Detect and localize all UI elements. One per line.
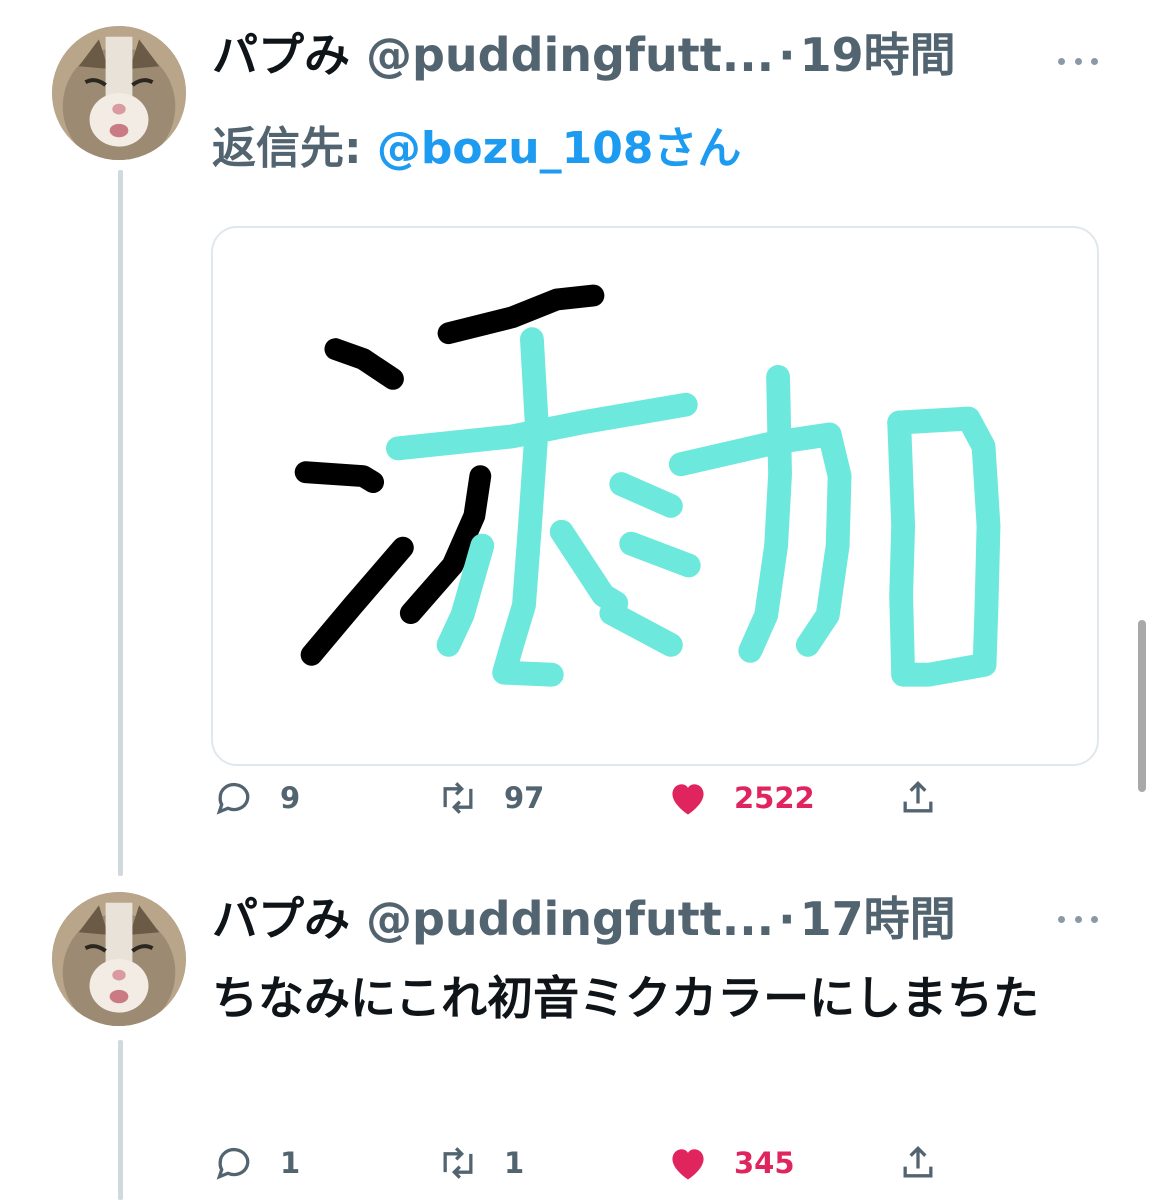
thread-line-top: [118, 170, 123, 876]
more-icon[interactable]: [1058, 904, 1098, 934]
share-icon: [903, 1145, 933, 1178]
user-handle[interactable]: @puddingfutt...: [366, 896, 774, 942]
tweet-media-image[interactable]: [211, 226, 1099, 766]
more-icon[interactable]: [1058, 46, 1098, 76]
like-count: 2522: [734, 781, 815, 815]
tweet-header: パプみ @puddingfutt... · 19時間: [212, 20, 956, 90]
thread-line-bottom: [118, 1040, 123, 1200]
reply-to-line: 返信先: @bozu_108さん: [212, 112, 741, 176]
tweet-actions: 9 97 2522: [212, 773, 952, 823]
reply-icon: [216, 1147, 250, 1180]
cat-avatar-icon: [52, 26, 186, 160]
drawing-image: [294, 284, 1001, 687]
reply-label: 返信先:: [212, 123, 377, 174]
like-icon: [672, 1149, 704, 1180]
timestamp[interactable]: 17時間: [800, 896, 956, 942]
reply-action[interactable]: 9: [212, 773, 300, 823]
retweet-count: 1: [504, 1146, 525, 1180]
avatar[interactable]: [52, 892, 186, 1026]
retweet-action[interactable]: 97: [436, 773, 544, 823]
scrollbar[interactable]: [1138, 620, 1146, 792]
reply-mention[interactable]: @bozu_108さん: [377, 123, 742, 174]
share-icon: [903, 780, 933, 813]
tweet-actions: 1 1 345: [212, 1138, 952, 1188]
reply-icon: [216, 782, 250, 815]
reply-count: 9: [280, 781, 301, 815]
separator: ·: [778, 28, 796, 82]
tweet-header: パプみ @puddingfutt... · 17時間: [212, 884, 956, 954]
like-action[interactable]: 2522: [666, 773, 815, 823]
timestamp[interactable]: 19時間: [800, 32, 956, 78]
share-action[interactable]: [896, 773, 940, 823]
separator: ·: [778, 892, 796, 946]
tweet-text: ちなみにこれ初音ミクカラーにしまちた: [212, 971, 1040, 1025]
display-name[interactable]: パプみ: [212, 32, 350, 78]
like-count: 345: [734, 1146, 795, 1180]
retweet-icon: [443, 1147, 473, 1179]
retweet-icon: [443, 782, 473, 814]
cat-avatar-icon: [52, 892, 186, 1026]
like-action[interactable]: 345: [666, 1138, 795, 1188]
reply-action[interactable]: 1: [212, 1138, 300, 1188]
retweet-action[interactable]: 1: [436, 1138, 524, 1188]
avatar[interactable]: [52, 26, 186, 160]
retweet-count: 97: [504, 781, 545, 815]
reply-count: 1: [280, 1146, 301, 1180]
user-handle[interactable]: @puddingfutt...: [366, 32, 774, 78]
share-action[interactable]: [896, 1138, 940, 1188]
like-icon: [672, 784, 704, 815]
display-name[interactable]: パプみ: [212, 896, 350, 942]
